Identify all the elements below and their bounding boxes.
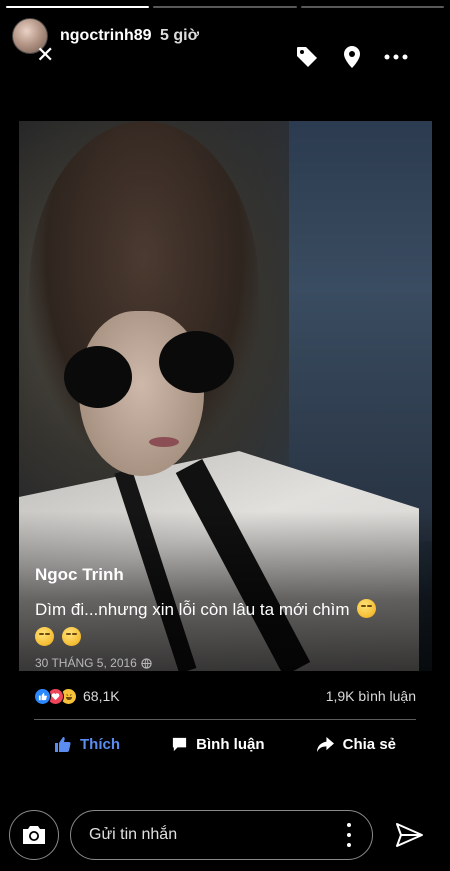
post-actions: Thích Bình luận Chia sẻ <box>34 730 416 758</box>
time-ago: 5 giờ <box>160 27 199 44</box>
comment-icon <box>173 737 187 751</box>
username[interactable]: ngoctrinh89 <box>60 27 152 45</box>
reaction-summary[interactable]: 68,1K <box>34 687 120 705</box>
share-arrow-icon <box>316 736 334 752</box>
post-stats: 68,1K 1,9K bình luận <box>34 685 416 707</box>
shared-post[interactable]: Ngoc Trinh Dìm đi...nhưng xin lỗi còn lâ… <box>19 121 432 671</box>
story-progress <box>6 6 444 8</box>
reaction-count: 68,1K <box>83 688 120 704</box>
post-photo <box>19 121 432 671</box>
comment-label: Bình luận <box>196 735 265 753</box>
tag-icon[interactable] <box>294 44 320 70</box>
more-vertical-icon[interactable] <box>346 823 352 847</box>
close-icon[interactable]: ✕ <box>36 44 54 66</box>
comment-count[interactable]: 1,9K bình luận <box>326 688 416 704</box>
camera-icon <box>23 826 45 844</box>
story-footer: Gửi tin nhắn <box>0 808 450 862</box>
camera-button[interactable] <box>9 810 59 860</box>
share-label: Chia sẻ <box>342 735 396 753</box>
comment-button[interactable]: Bình luận <box>171 736 264 753</box>
post-date: 30 THÁNG 5, 2016 <box>35 656 152 670</box>
message-placeholder: Gửi tin nhắn <box>89 826 178 843</box>
progress-segment <box>6 6 150 8</box>
send-icon[interactable] <box>394 820 424 850</box>
location-pin-icon[interactable] <box>339 44 365 70</box>
post-author[interactable]: Ngoc Trinh <box>35 565 124 585</box>
smirk-emoji-icon <box>35 627 54 646</box>
smirk-emoji-icon <box>357 599 377 618</box>
thumbs-up-icon <box>55 737 71 752</box>
globe-icon <box>141 657 152 669</box>
progress-segment <box>153 6 297 8</box>
divider <box>34 719 416 720</box>
post-caption-text: Dìm đi...nhưng xin lỗi còn lâu ta mới ch… <box>35 600 350 619</box>
post-caption: Dìm đi...nhưng xin lỗi còn lâu ta mới ch… <box>35 596 425 652</box>
post-date-text: 30 THÁNG 5, 2016 <box>35 656 137 670</box>
like-label: Thích <box>80 735 120 753</box>
share-button[interactable]: Chia sẻ <box>316 736 396 753</box>
smirk-emoji-icon <box>61 627 81 646</box>
message-input[interactable]: Gửi tin nhắn <box>70 810 373 860</box>
story-header: ✕ ngoctrinh89 5 giờ <box>12 18 438 68</box>
progress-segment <box>300 6 444 8</box>
more-options-icon[interactable] <box>383 44 409 70</box>
like-button[interactable]: Thích <box>54 735 120 753</box>
like-reaction-icon <box>34 687 51 705</box>
